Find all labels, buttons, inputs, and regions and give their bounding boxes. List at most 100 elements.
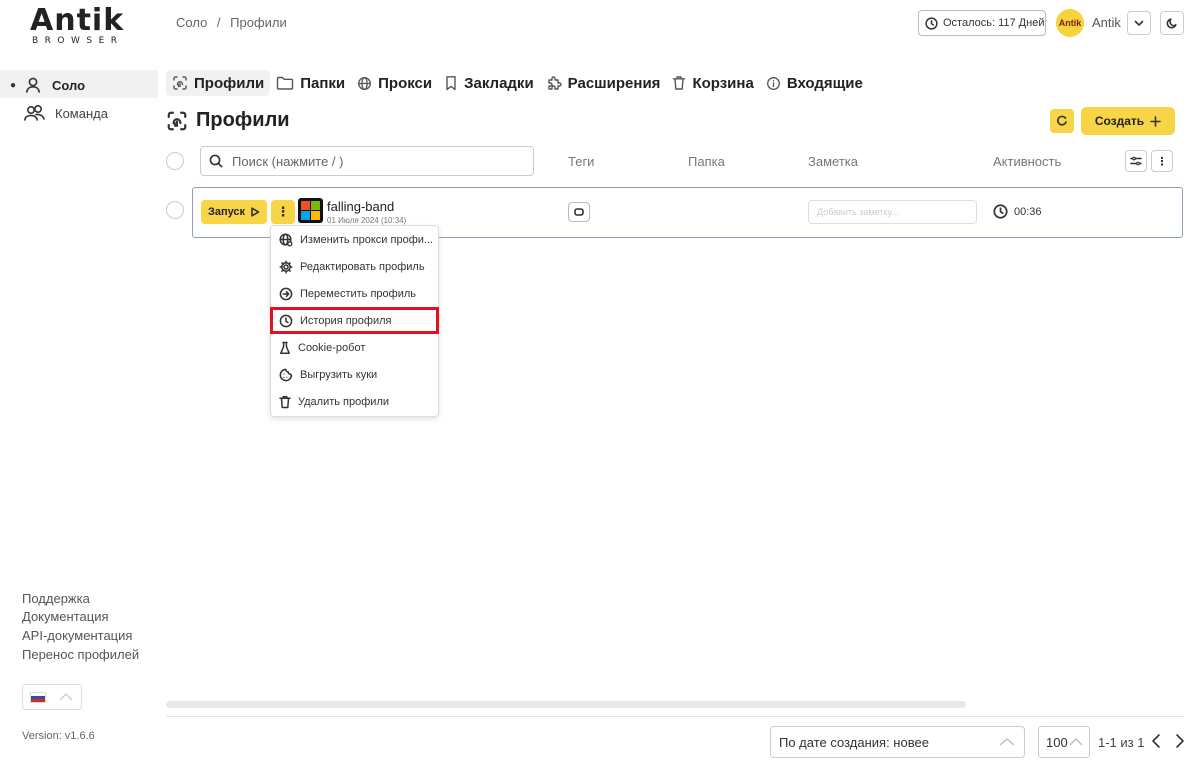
create-label: Создать — [1094, 114, 1145, 128]
app-version: Version: v1.6.6 — [22, 730, 95, 742]
column-header-activity[interactable]: Активность — [993, 154, 1061, 169]
chevron-up-icon — [1068, 737, 1084, 747]
column-header-folder[interactable]: Папка — [688, 154, 725, 169]
launch-label: Запуск — [207, 206, 246, 218]
bookmark-icon — [444, 75, 458, 91]
arrow-right-circle-icon — [279, 287, 293, 301]
note-input[interactable]: Добавить заметку... — [808, 200, 977, 224]
link-support[interactable]: Поддержка — [22, 591, 90, 606]
tab-trash[interactable]: Корзина — [666, 70, 759, 96]
theme-toggle-button[interactable] — [1160, 11, 1184, 35]
highlight-box — [270, 307, 439, 334]
tab-label: Папки — [300, 74, 346, 92]
tab-label: Корзина — [692, 74, 754, 92]
breadcrumb-solo[interactable]: Соло — [176, 15, 207, 30]
subscription-days-badge[interactable]: Осталось: 117 Дней — [918, 10, 1046, 36]
profile-name[interactable]: falling-band — [327, 199, 394, 214]
menu-item-label: Удалить профили — [298, 396, 390, 408]
username[interactable]: Antik — [1092, 15, 1121, 30]
vertical-dots-icon: ⋮ — [276, 204, 290, 219]
info-icon — [766, 76, 781, 91]
moon-icon — [1166, 17, 1178, 29]
menu-item-change-proxy[interactable]: Изменить прокси профи... — [279, 233, 433, 247]
menu-item-export-cookies[interactable]: Выгрузить куки — [279, 368, 377, 382]
chevron-down-icon — [1133, 17, 1145, 29]
russia-flag-icon — [30, 691, 46, 703]
chevron-up-icon — [58, 692, 74, 702]
fingerprint-icon — [166, 110, 188, 132]
flask-icon — [279, 341, 291, 355]
tab-inbox[interactable]: Входящие — [760, 70, 869, 96]
tab-folders[interactable]: Папки — [270, 70, 351, 96]
tab-label: Расширения — [567, 74, 661, 92]
next-page-button[interactable] — [1174, 733, 1186, 749]
refresh-icon — [1056, 115, 1068, 127]
tab-extensions[interactable]: Расширения — [540, 70, 667, 96]
menu-item-label: Переместить профиль — [300, 288, 416, 300]
menu-item-label: Редактировать профиль — [300, 261, 425, 273]
search-box[interactable] — [200, 146, 534, 176]
horizontal-scrollbar[interactable] — [166, 701, 966, 708]
row-checkbox[interactable] — [166, 201, 184, 219]
add-tag-button[interactable] — [568, 202, 590, 222]
tab-bookmarks[interactable]: Закладки — [438, 70, 540, 96]
trash-icon — [672, 75, 686, 91]
sidebar-item-label: Команда — [55, 105, 108, 121]
page-title-text: Профили — [196, 109, 290, 131]
link-documentation[interactable]: Документация — [22, 609, 109, 624]
filter-settings-button[interactable] — [1125, 150, 1147, 172]
tab-label: Прокси — [378, 74, 433, 92]
tab-label: Закладки — [464, 74, 534, 92]
menu-item-edit-profile[interactable]: Редактировать профиль — [279, 260, 425, 274]
column-header-note[interactable]: Заметка — [808, 154, 858, 169]
refresh-button[interactable] — [1050, 109, 1074, 133]
chevron-right-icon — [1174, 733, 1186, 749]
sidebar-item-team[interactable]: Команда — [23, 104, 108, 122]
user-icon — [24, 76, 42, 94]
puzzle-icon — [546, 75, 562, 91]
avatar[interactable]: Antik — [1056, 9, 1084, 37]
column-header-tags[interactable]: Теги — [568, 154, 594, 169]
menu-item-label: Cookie-робот — [298, 342, 366, 354]
sort-select[interactable]: По дате создания: новее — [770, 726, 1025, 758]
tab-label: Входящие — [786, 74, 863, 92]
menu-item-move-profile[interactable]: Переместить профиль — [279, 287, 416, 301]
folder-icon — [276, 75, 294, 91]
page-title: Профили — [166, 109, 290, 132]
tag-icon — [574, 208, 584, 216]
language-selector[interactable] — [22, 684, 82, 710]
gear-icon — [279, 260, 293, 274]
globe-settings-icon — [279, 233, 293, 247]
tab-proxies[interactable]: Прокси — [351, 70, 438, 96]
row-menu-button[interactable]: ⋮ — [271, 200, 295, 224]
link-api-docs[interactable]: API-документация — [22, 628, 132, 643]
plus-icon — [1150, 115, 1161, 127]
trash-icon — [279, 395, 291, 409]
activity-cell: 00:36 — [993, 204, 1042, 219]
sidebar-item-solo[interactable]: ● Соло — [10, 76, 85, 94]
select-all-checkbox[interactable] — [166, 152, 184, 170]
tab-profiles[interactable]: Профили — [166, 70, 271, 96]
profile-created-date: 01 Июля 2024 (10:34) — [327, 216, 407, 225]
link-profile-transfer[interactable]: Перенос профилей — [22, 647, 139, 662]
more-options-button[interactable]: ⋮ — [1151, 150, 1173, 172]
search-input[interactable] — [232, 153, 512, 169]
create-profile-button[interactable]: Создать — [1081, 107, 1175, 135]
logo-text: Antik — [30, 3, 125, 38]
account-dropdown-button[interactable] — [1127, 11, 1151, 35]
clock-icon — [925, 16, 938, 30]
menu-item-cookie-robot[interactable]: Cookie-робот — [279, 341, 365, 355]
globe-icon — [357, 76, 372, 91]
prev-page-button[interactable] — [1150, 733, 1162, 749]
menu-item-delete-profiles[interactable]: Удалить профили — [279, 395, 389, 409]
logo-subtext: BROWSER — [32, 36, 124, 46]
team-icon — [23, 104, 47, 122]
days-left-text: Осталось: 117 Дней — [943, 17, 1045, 29]
sliders-icon — [1130, 155, 1142, 167]
launch-button[interactable]: Запуск — [201, 200, 267, 224]
activity-time: 00:36 — [1014, 205, 1042, 218]
tab-label: Профили — [194, 74, 265, 92]
per-page-select[interactable]: 100 — [1038, 726, 1090, 758]
menu-item-label: Выгрузить куки — [300, 369, 378, 381]
menu-item-label: Изменить прокси профи... — [300, 234, 434, 246]
